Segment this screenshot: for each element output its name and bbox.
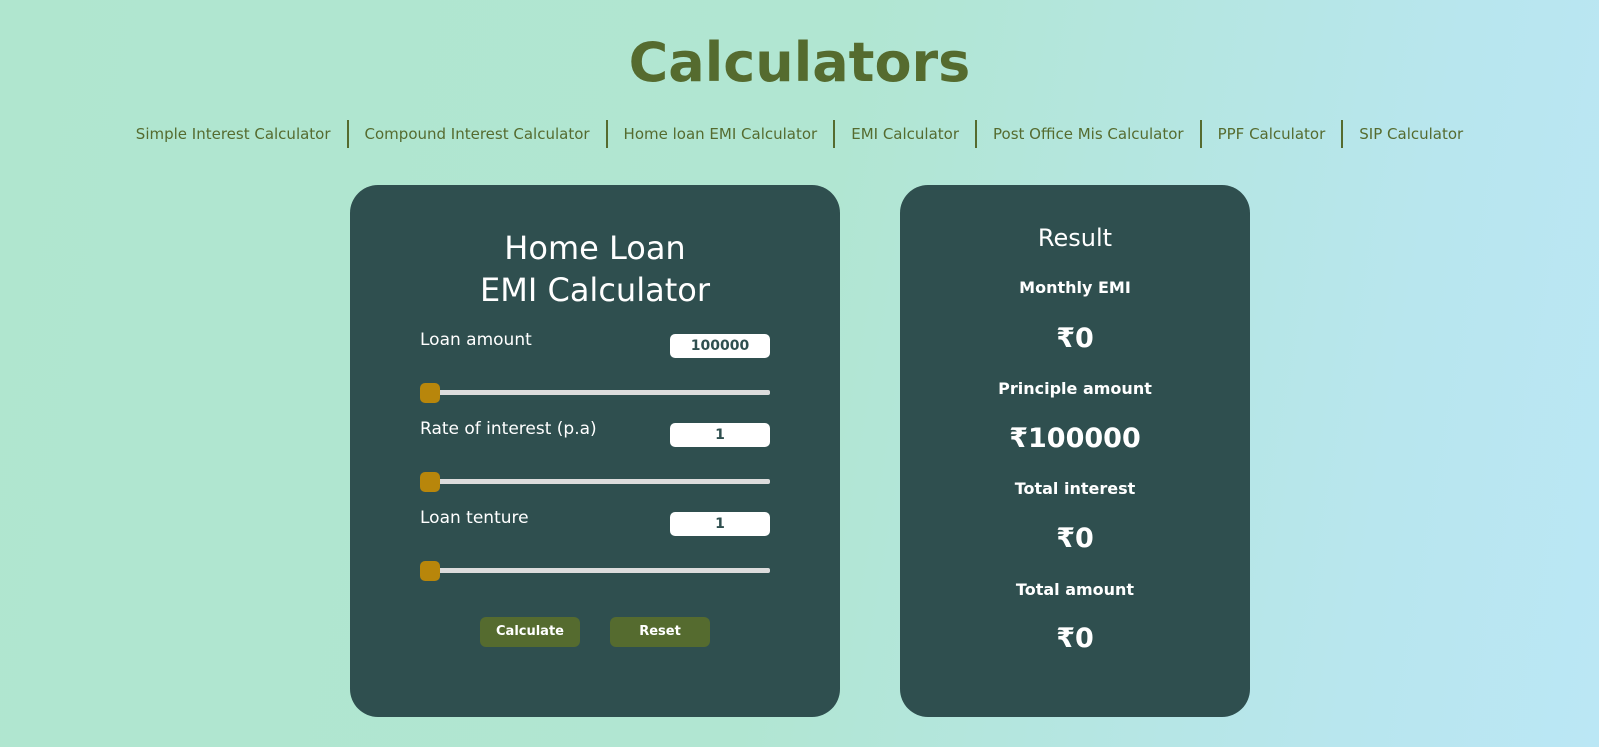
page-title: Calculators <box>628 31 971 94</box>
calculate-button[interactable]: Calculate <box>480 617 580 647</box>
reset-button[interactable]: Reset <box>610 617 710 647</box>
principal-amount-label: Principle amount <box>998 379 1152 398</box>
interest-rate-slider-handle[interactable] <box>420 472 440 492</box>
nav-link-ppf[interactable]: PPF Calculator <box>1202 120 1342 148</box>
loan-tenure-slider[interactable] <box>420 568 770 573</box>
emi-calculator-card: Home Loan EMI Calculator Loan amount 100… <box>350 185 840 717</box>
nav-link-sip[interactable]: SIP Calculator <box>1343 120 1479 148</box>
total-amount-label: Total amount <box>1015 580 1135 599</box>
nav-link-simple-interest[interactable]: Simple Interest Calculator <box>120 120 347 148</box>
total-amount-value: ₹0 <box>1056 623 1094 654</box>
principal-amount-value: ₹100000 <box>1009 423 1141 454</box>
loan-amount-label: Loan amount <box>420 330 532 350</box>
calculator-nav: Simple Interest Calculator Compound Inte… <box>0 120 1599 148</box>
total-interest-value: ₹0 <box>1056 523 1094 554</box>
calculator-title-line1: Home Loan <box>504 229 686 267</box>
result-card: Result Monthly EMI ₹0 Principle amount ₹… <box>900 185 1250 717</box>
nav-link-home-loan-emi[interactable]: Home loan EMI Calculator <box>608 120 834 148</box>
monthly-emi-value: ₹0 <box>1056 323 1094 354</box>
loan-amount-slider-handle[interactable] <box>420 383 440 403</box>
nav-link-emi[interactable]: EMI Calculator <box>835 120 975 148</box>
monthly-emi-label: Monthly EMI <box>1019 278 1131 297</box>
loan-amount-input[interactable]: 100000 <box>670 334 770 358</box>
interest-rate-label: Rate of interest (p.a) <box>420 419 597 439</box>
calculator-title-line2: EMI Calculator <box>480 271 710 309</box>
interest-rate-slider[interactable] <box>420 479 770 484</box>
loan-tenure-label: Loan tenture <box>420 508 529 528</box>
interest-rate-input[interactable]: 1 <box>670 423 770 447</box>
total-interest-label: Total interest <box>1014 479 1136 498</box>
loan-amount-slider[interactable] <box>420 390 770 395</box>
loan-tenure-input[interactable]: 1 <box>670 512 770 536</box>
loan-tenure-slider-handle[interactable] <box>420 561 440 581</box>
nav-link-compound-interest[interactable]: Compound Interest Calculator <box>349 120 606 148</box>
nav-link-post-office-mis[interactable]: Post Office Mis Calculator <box>977 120 1200 148</box>
calculator-title: Home Loan EMI Calculator <box>350 227 840 311</box>
result-title: Result <box>1037 224 1113 252</box>
